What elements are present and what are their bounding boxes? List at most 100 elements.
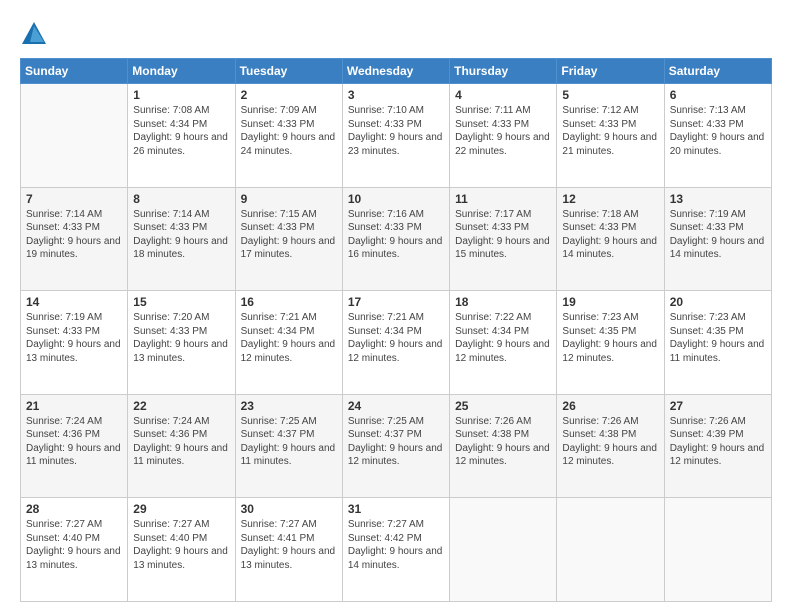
calendar-cell: 15 Sunrise: 7:20 AMSunset: 4:33 PMDayligh… <box>128 291 235 395</box>
day-number: 30 <box>241 502 337 516</box>
calendar-cell <box>664 498 771 602</box>
calendar-cell <box>557 498 664 602</box>
logo <box>20 20 52 48</box>
weekday-header-thursday: Thursday <box>450 59 557 84</box>
calendar-cell: 18 Sunrise: 7:22 AMSunset: 4:34 PMDayligh… <box>450 291 557 395</box>
day-number: 21 <box>26 399 122 413</box>
weekday-header-row: SundayMondayTuesdayWednesdayThursdayFrid… <box>21 59 772 84</box>
calendar-cell: 10 Sunrise: 7:16 AMSunset: 4:33 PMDayligh… <box>342 187 449 291</box>
calendar-cell: 30 Sunrise: 7:27 AMSunset: 4:41 PMDayligh… <box>235 498 342 602</box>
day-info: Sunrise: 7:23 AMSunset: 4:35 PMDaylight:… <box>562 311 658 365</box>
day-number: 17 <box>348 295 444 309</box>
logo-icon <box>20 20 48 48</box>
day-info: Sunrise: 7:12 AMSunset: 4:33 PMDaylight:… <box>562 104 658 158</box>
calendar-week-4: 21Sunrise: 7:24 AMSunset: 4:36 PMDayligh… <box>21 394 772 498</box>
calendar-cell: 13 Sunrise: 7:19 AMSunset: 4:33 PMDayligh… <box>664 187 771 291</box>
day-info: Sunrise: 7:27 AMSunset: 4:40 PMDaylight:… <box>26 518 122 572</box>
calendar-cell: 26 Sunrise: 7:26 AMSunset: 4:38 PMDayligh… <box>557 394 664 498</box>
day-info: Sunrise: 7:13 AMSunset: 4:33 PMDaylight:… <box>670 104 766 158</box>
day-info: Sunrise: 7:17 AMSunset: 4:33 PMDaylight:… <box>455 208 551 262</box>
day-number: 25 <box>455 399 551 413</box>
page-container: SundayMondayTuesdayWednesdayThursdayFrid… <box>0 0 792 612</box>
day-number: 27 <box>670 399 766 413</box>
calendar-cell: 25 Sunrise: 7:26 AMSunset: 4:38 PMDayligh… <box>450 394 557 498</box>
day-number: 23 <box>241 399 337 413</box>
day-number: 3 <box>348 88 444 102</box>
calendar-cell <box>21 84 128 188</box>
weekday-header-sunday: Sunday <box>21 59 128 84</box>
weekday-header-tuesday: Tuesday <box>235 59 342 84</box>
calendar-cell: 16Sunrise: 7:21 AMSunset: 4:34 PMDayligh… <box>235 291 342 395</box>
calendar-cell: 28 Sunrise: 7:27 AMSunset: 4:40 PMDayligh… <box>21 498 128 602</box>
calendar-week-3: 14 Sunrise: 7:19 AMSunset: 4:33 PMDayligh… <box>21 291 772 395</box>
calendar-cell: 20 Sunrise: 7:23 AMSunset: 4:35 PMDayligh… <box>664 291 771 395</box>
calendar-cell: 8 Sunrise: 7:14 AMSunset: 4:33 PMDaylight… <box>128 187 235 291</box>
day-info: Sunrise: 7:25 AMSunset: 4:37 PMDaylight:… <box>348 415 444 469</box>
calendar-cell: 4 Sunrise: 7:11 AMSunset: 4:33 PMDaylight… <box>450 84 557 188</box>
calendar-cell: 9 Sunrise: 7:15 AMSunset: 4:33 PMDaylight… <box>235 187 342 291</box>
day-info: Sunrise: 7:25 AMSunset: 4:37 PMDaylight:… <box>241 415 337 469</box>
day-info: Sunrise: 7:26 AMSunset: 4:38 PMDaylight:… <box>455 415 551 469</box>
day-info: Sunrise: 7:22 AMSunset: 4:34 PMDaylight:… <box>455 311 551 365</box>
day-info: Sunrise: 7:20 AMSunset: 4:33 PMDaylight:… <box>133 311 229 365</box>
day-info: Sunrise: 7:18 AMSunset: 4:33 PMDaylight:… <box>562 208 658 262</box>
day-number: 5 <box>562 88 658 102</box>
calendar-cell: 24Sunrise: 7:25 AMSunset: 4:37 PMDayligh… <box>342 394 449 498</box>
calendar-table: SundayMondayTuesdayWednesdayThursdayFrid… <box>20 58 772 602</box>
calendar-cell: 7Sunrise: 7:14 AMSunset: 4:33 PMDaylight… <box>21 187 128 291</box>
day-number: 1 <box>133 88 229 102</box>
day-number: 14 <box>26 295 122 309</box>
calendar-cell <box>450 498 557 602</box>
calendar-cell: 11Sunrise: 7:17 AMSunset: 4:33 PMDayligh… <box>450 187 557 291</box>
calendar-cell: 6Sunrise: 7:13 AMSunset: 4:33 PMDaylight… <box>664 84 771 188</box>
day-info: Sunrise: 7:15 AMSunset: 4:33 PMDaylight:… <box>241 208 337 262</box>
day-info: Sunrise: 7:09 AMSunset: 4:33 PMDaylight:… <box>241 104 337 158</box>
day-info: Sunrise: 7:27 AMSunset: 4:42 PMDaylight:… <box>348 518 444 572</box>
day-info: Sunrise: 7:23 AMSunset: 4:35 PMDaylight:… <box>670 311 766 365</box>
day-number: 29 <box>133 502 229 516</box>
day-info: Sunrise: 7:11 AMSunset: 4:33 PMDaylight:… <box>455 104 551 158</box>
day-number: 10 <box>348 192 444 206</box>
calendar-week-2: 7 Sunrise: 7:14 AMSunset: 4:33 PMDaylight… <box>21 187 772 291</box>
day-info: Sunrise: 7:27 AMSunset: 4:41 PMDaylight:… <box>241 518 337 572</box>
day-info: Sunrise: 7:14 AMSunset: 4:33 PMDaylight:… <box>133 208 229 262</box>
weekday-header-monday: Monday <box>128 59 235 84</box>
calendar-cell: 22Sunrise: 7:24 AMSunset: 4:36 PMDayligh… <box>128 394 235 498</box>
day-number: 12 <box>562 192 658 206</box>
day-number: 18 <box>455 295 551 309</box>
day-number: 26 <box>562 399 658 413</box>
weekday-header-saturday: Saturday <box>664 59 771 84</box>
day-number: 9 <box>241 192 337 206</box>
day-info: Sunrise: 7:27 AMSunset: 4:40 PMDaylight:… <box>133 518 229 572</box>
day-number: 13 <box>670 192 766 206</box>
calendar-cell: 21Sunrise: 7:24 AMSunset: 4:36 PMDayligh… <box>21 394 128 498</box>
calendar-cell: 17 Sunrise: 7:21 AMSunset: 4:34 PMDayligh… <box>342 291 449 395</box>
day-info: Sunrise: 7:21 AMSunset: 4:34 PMDaylight:… <box>348 311 444 365</box>
calendar-cell: 27 Sunrise: 7:26 AMSunset: 4:39 PMDayligh… <box>664 394 771 498</box>
day-number: 15 <box>133 295 229 309</box>
day-info: Sunrise: 7:10 AMSunset: 4:33 PMDaylight:… <box>348 104 444 158</box>
calendar-cell: 3 Sunrise: 7:10 AMSunset: 4:33 PMDaylight… <box>342 84 449 188</box>
calendar-cell: 19 Sunrise: 7:23 AMSunset: 4:35 PMDayligh… <box>557 291 664 395</box>
day-info: Sunrise: 7:08 AMSunset: 4:34 PMDaylight:… <box>133 104 229 158</box>
day-number: 8 <box>133 192 229 206</box>
day-number: 2 <box>241 88 337 102</box>
day-info: Sunrise: 7:26 AMSunset: 4:39 PMDaylight:… <box>670 415 766 469</box>
day-info: Sunrise: 7:19 AMSunset: 4:33 PMDaylight:… <box>670 208 766 262</box>
calendar-week-1: 1 Sunrise: 7:08 AMSunset: 4:34 PMDaylight… <box>21 84 772 188</box>
calendar-cell: 2 Sunrise: 7:09 AMSunset: 4:33 PMDaylight… <box>235 84 342 188</box>
day-number: 4 <box>455 88 551 102</box>
day-number: 31 <box>348 502 444 516</box>
day-number: 19 <box>562 295 658 309</box>
day-info: Sunrise: 7:19 AMSunset: 4:33 PMDaylight:… <box>26 311 122 365</box>
calendar-cell: 31 Sunrise: 7:27 AMSunset: 4:42 PMDayligh… <box>342 498 449 602</box>
day-info: Sunrise: 7:16 AMSunset: 4:33 PMDaylight:… <box>348 208 444 262</box>
day-number: 28 <box>26 502 122 516</box>
calendar-cell: 12 Sunrise: 7:18 AMSunset: 4:33 PMDayligh… <box>557 187 664 291</box>
calendar-cell: 1 Sunrise: 7:08 AMSunset: 4:34 PMDaylight… <box>128 84 235 188</box>
day-number: 20 <box>670 295 766 309</box>
day-number: 7 <box>26 192 122 206</box>
day-info: Sunrise: 7:26 AMSunset: 4:38 PMDaylight:… <box>562 415 658 469</box>
calendar-cell: 23 Sunrise: 7:25 AMSunset: 4:37 PMDayligh… <box>235 394 342 498</box>
weekday-header-friday: Friday <box>557 59 664 84</box>
